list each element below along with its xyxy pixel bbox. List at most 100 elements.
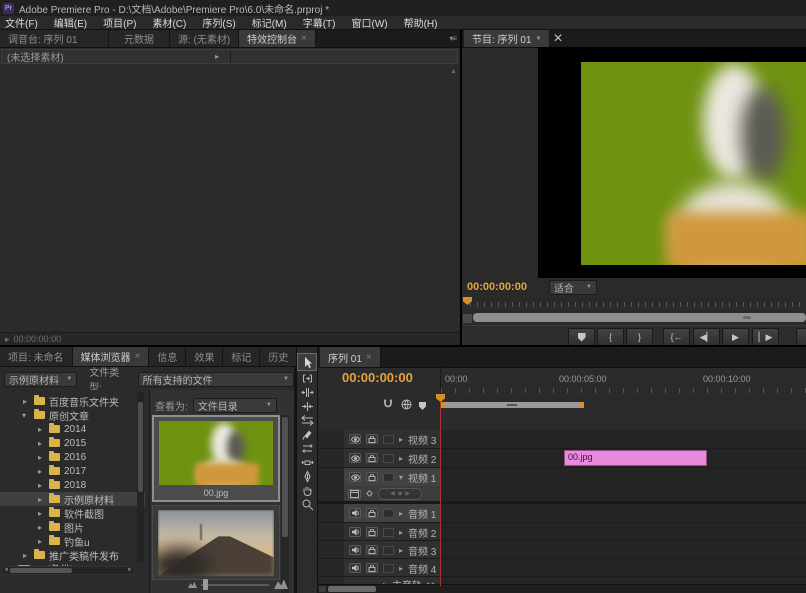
add-keyframe-icon[interactable]: ◆ <box>398 490 403 497</box>
track-select-tool[interactable] <box>298 372 316 385</box>
menu-sequence[interactable]: 序列(S) <box>202 15 235 30</box>
chevron-right-icon[interactable]: ▸ <box>38 509 42 518</box>
razor-tool[interactable] <box>298 428 316 441</box>
pen-tool[interactable] <box>298 470 316 483</box>
tab-source[interactable]: 源: (无素材) <box>170 30 239 47</box>
timeline-horizontal-scrollbar[interactable] <box>318 584 806 593</box>
scroll-up-icon[interactable]: ▲ <box>450 68 457 75</box>
chevron-right-icon[interactable]: ▸ <box>38 523 42 532</box>
chevron-right-icon[interactable]: ▸ <box>38 537 42 546</box>
track-lane[interactable] <box>440 559 806 577</box>
track-lane[interactable] <box>440 468 806 501</box>
timeline-timecode[interactable]: 00:00:00:00 <box>342 370 413 385</box>
slide-tool[interactable] <box>298 456 316 469</box>
add-marker-button[interactable] <box>568 328 595 346</box>
menu-title[interactable]: 字幕(T) <box>303 15 336 30</box>
tree-item[interactable]: ▸ 2018 <box>0 478 145 492</box>
dropdown-arrow-icon[interactable]: ▼ <box>535 36 541 42</box>
tab-program[interactable]: 节目: 序列 01 ▼ <box>464 30 550 47</box>
goto-in-button[interactable]: {← <box>663 328 690 346</box>
track-name[interactable]: 视频 2 <box>408 451 436 466</box>
zoom-tool[interactable] <box>298 498 316 511</box>
close-icon[interactable]: × <box>301 33 307 44</box>
snap-icon[interactable] <box>382 397 394 415</box>
track-lane[interactable] <box>440 541 806 559</box>
keyframe-nav-buttons[interactable]: ◀◆▶ <box>378 488 422 500</box>
close-icon[interactable]: × <box>553 30 562 48</box>
menu-project[interactable]: 项目(P) <box>103 15 136 30</box>
track-lane[interactable] <box>440 504 806 522</box>
track-name[interactable]: 音频 4 <box>408 561 436 576</box>
sync-lock-box[interactable] <box>383 564 394 573</box>
chevron-right-icon[interactable]: ▸ <box>399 454 403 463</box>
timeline-playhead-head[interactable] <box>436 394 445 402</box>
fit-dropdown[interactable]: 适合 ▼ <box>549 280 597 295</box>
tree-item[interactable]: ▸ 图片 <box>0 520 145 534</box>
tree-vertical-scrollbar[interactable] <box>137 392 144 562</box>
chevron-right-icon[interactable]: ▸ <box>23 397 27 406</box>
tree-item-selected[interactable]: ▸ 示例原材料 <box>0 492 145 506</box>
program-mini-ruler[interactable] <box>462 296 806 312</box>
view-as-dropdown[interactable]: 文件目录 ▼ <box>193 398 277 413</box>
track-name[interactable]: 音频 2 <box>408 525 436 540</box>
tab-project[interactable]: 项目: 未命名 <box>0 347 73 366</box>
clip-selector-bar[interactable]: (未选择素材) ▸ <box>1 49 458 64</box>
tab-audio-mixer[interactable]: 调音台: 序列 01 <box>0 30 109 47</box>
sync-lock-box[interactable] <box>383 435 394 444</box>
menu-clip[interactable]: 素材(C) <box>152 15 186 30</box>
menu-file[interactable]: 文件(F) <box>5 15 38 30</box>
sync-lock-box[interactable] <box>383 454 394 463</box>
toggle-track-mute[interactable] <box>349 563 361 573</box>
tree-item[interactable]: ▸ 2015 <box>0 436 145 450</box>
menu-marker[interactable]: 标记(M) <box>252 15 287 30</box>
panel-menu-icon[interactable]: ▾≡ <box>449 34 460 43</box>
menu-help[interactable]: 帮助(H) <box>404 15 438 30</box>
toggle-track-mute[interactable] <box>349 508 361 518</box>
scrollbar-endbox[interactable] <box>319 586 326 592</box>
chevron-right-icon[interactable]: ▸ <box>399 546 403 555</box>
browser-vertical-scrollbar[interactable]: ▼ <box>281 415 289 593</box>
toggle-track-output[interactable] <box>349 453 361 463</box>
file-type-dropdown[interactable]: 所有支持的文件 ▼ <box>138 372 294 387</box>
toggle-track-lock[interactable] <box>366 453 378 463</box>
scrollbar-thumb[interactable] <box>138 402 143 492</box>
clip-00jpg[interactable]: 00.jpg <box>564 450 707 466</box>
captions-icon[interactable] <box>401 397 412 415</box>
loop-button[interactable] <box>796 328 806 346</box>
chevron-down-icon[interactable]: ▾ <box>22 411 26 420</box>
ripple-edit-tool[interactable] <box>298 386 316 399</box>
tree-item[interactable]: ▸ 百度音乐文件夹 <box>0 394 145 408</box>
tree-item[interactable]: ▸ 2016 <box>0 450 145 464</box>
marker-icon[interactable] <box>419 402 426 410</box>
tab-info[interactable]: 信息 <box>149 347 186 366</box>
track-name[interactable]: 音频 1 <box>408 506 436 521</box>
menu-edit[interactable]: 编辑(E) <box>54 15 87 30</box>
tab-metadata[interactable]: 元数据 <box>109 30 170 47</box>
tree-item[interactable]: ▾ 原创文章 <box>0 408 145 422</box>
next-keyframe-icon[interactable]: ▶ <box>405 490 410 497</box>
chevron-right-icon[interactable]: ▸ <box>23 551 27 560</box>
toggle-track-lock[interactable] <box>366 545 378 555</box>
program-timecode[interactable]: 00:00:00:00 <box>467 281 527 293</box>
scrollbar-thumb[interactable] <box>10 568 72 573</box>
toggle-track-lock[interactable] <box>366 563 378 573</box>
thumbnail-pier[interactable] <box>152 505 280 580</box>
chevron-right-icon[interactable]: ▸ <box>38 467 42 476</box>
tree-item[interactable]: ▸ 2014 <box>0 422 145 436</box>
sync-lock-box[interactable] <box>383 546 394 555</box>
thumbnail-00jpg[interactable]: 00.jpg <box>152 415 280 502</box>
toggle-track-lock[interactable] <box>366 472 378 482</box>
tree-item[interactable]: ▸ 2017 <box>0 464 145 478</box>
scrollbar-thumb[interactable] <box>473 313 806 322</box>
tab-history[interactable]: 历史 <box>260 347 297 366</box>
chevron-right-icon[interactable]: ▸ <box>399 435 403 444</box>
chevron-right-icon[interactable]: ▸ <box>38 453 42 462</box>
chevron-right-icon[interactable]: ▸ <box>38 481 42 490</box>
slider-thumb[interactable] <box>203 579 208 590</box>
menu-window[interactable]: 窗口(W) <box>351 15 387 30</box>
chevron-right-icon[interactable]: ▸ <box>399 509 403 518</box>
work-area-start-handle[interactable] <box>441 402 446 408</box>
toggle-track-output[interactable] <box>349 472 361 482</box>
work-area-end-handle[interactable] <box>579 402 584 408</box>
set-in-button[interactable]: { <box>597 328 624 346</box>
